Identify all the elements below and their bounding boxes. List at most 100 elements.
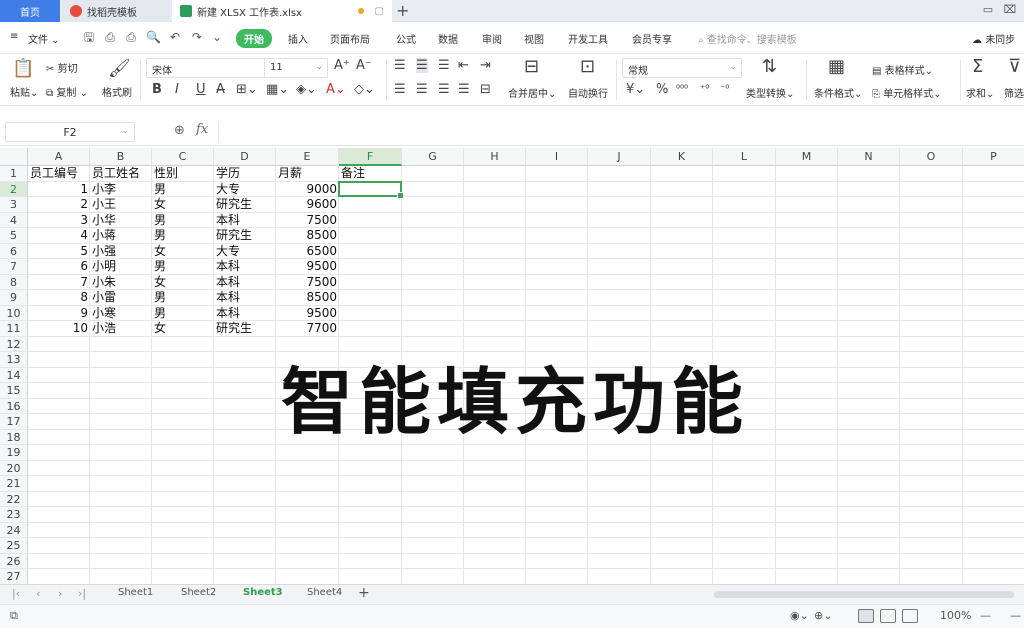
- split-view-icon[interactable]: ⌧: [1002, 3, 1018, 16]
- grow-font-icon[interactable]: A⁺: [334, 58, 350, 73]
- wrap-text-button[interactable]: 自动换行: [568, 85, 608, 100]
- row-header-27[interactable]: 27: [0, 569, 28, 584]
- tab-home[interactable]: 首页: [0, 0, 60, 22]
- column-header-l[interactable]: L: [713, 148, 776, 166]
- cell-e11[interactable]: 7700: [276, 321, 339, 337]
- sum-button[interactable]: 求和⌄: [966, 85, 994, 100]
- header-cell-a[interactable]: 员工编号: [28, 166, 90, 182]
- row-header-18[interactable]: 18: [0, 429, 28, 445]
- cell-style-button[interactable]: ⎘ 单元格样式⌄: [872, 85, 942, 100]
- cell-e3[interactable]: 9600: [276, 197, 339, 213]
- merge-icon[interactable]: ⊟: [524, 56, 539, 77]
- header-cell-b[interactable]: 员工姓名: [90, 166, 152, 182]
- status-options-icon[interactable]: ⊕⌄: [814, 609, 832, 622]
- save-icon[interactable]: 🖫: [82, 30, 96, 44]
- row-header-21[interactable]: 21: [0, 476, 28, 492]
- number-format-select[interactable]: 常规 ⌄: [622, 58, 742, 78]
- cell-e10[interactable]: 9500: [276, 306, 339, 322]
- column-header-b[interactable]: B: [90, 148, 152, 166]
- cell-e6[interactable]: 6500: [276, 244, 339, 260]
- cell-c11[interactable]: 女: [152, 321, 214, 337]
- align-left-icon[interactable]: ☰: [394, 82, 406, 97]
- cell-e2[interactable]: 9000: [276, 182, 339, 198]
- table-style-button[interactable]: ▤ 表格样式⌄: [872, 62, 933, 77]
- zoom-magnifier-icon[interactable]: ⊕: [174, 123, 185, 138]
- align-middle-icon[interactable]: ☰: [416, 58, 428, 73]
- strikethrough-icon[interactable]: A̶: [216, 82, 225, 97]
- wrap-icon[interactable]: ⊡: [580, 56, 595, 77]
- zoom-out-icon[interactable]: —: [980, 609, 991, 622]
- prev-sheet-icon[interactable]: ‹: [36, 587, 40, 600]
- select-all-corner[interactable]: [0, 148, 28, 166]
- sheet-tab-4[interactable]: Sheet4: [307, 587, 342, 598]
- name-box[interactable]: F2 ⌄: [5, 122, 135, 142]
- page-layout-view-button[interactable]: [880, 609, 896, 623]
- macro-record-icon[interactable]: ⧉: [10, 609, 18, 623]
- row-header-1[interactable]: 1: [0, 166, 28, 182]
- customize-icon[interactable]: ⌄: [210, 30, 224, 44]
- sheet-tab-3[interactable]: Sheet3: [243, 587, 283, 598]
- column-header-e[interactable]: E: [276, 148, 339, 166]
- new-tab-button[interactable]: +: [396, 1, 409, 20]
- spreadsheet-grid[interactable]: A B C D E F G H I J K L M N O P 1 2 3 4 5 6 7 8 9 10 11 12 13 14 15 16 1…: [0, 148, 1024, 584]
- cut-button[interactable]: ✂ 剪切: [46, 60, 78, 75]
- cell-c10[interactable]: 男: [152, 306, 214, 322]
- cell-d2[interactable]: 大专: [214, 182, 276, 198]
- cell-a8[interactable]: 7: [28, 275, 90, 291]
- row-header-13[interactable]: 13: [0, 352, 28, 368]
- row-header-15[interactable]: 15: [0, 383, 28, 399]
- cell-a9[interactable]: 8: [28, 290, 90, 306]
- row-header-10[interactable]: 10: [0, 305, 28, 321]
- column-header-a[interactable]: A: [28, 148, 90, 166]
- cell-d6[interactable]: 大专: [214, 244, 276, 260]
- column-header-o[interactable]: O: [900, 148, 963, 166]
- file-menu[interactable]: 文件 ⌄: [28, 31, 60, 46]
- type-convert-button[interactable]: 类型转换⌄: [746, 85, 794, 100]
- row-header-6[interactable]: 6: [0, 243, 28, 259]
- row-header-3[interactable]: 3: [0, 197, 28, 213]
- sheet-tab-1[interactable]: Sheet1: [118, 587, 153, 598]
- align-bottom-icon[interactable]: ☰: [438, 58, 450, 73]
- sync-status[interactable]: ☁ 未同步: [972, 31, 1015, 46]
- column-header-g[interactable]: G: [402, 148, 464, 166]
- insert-function-button[interactable]: fx: [196, 122, 208, 137]
- redo-icon[interactable]: ↷: [190, 30, 204, 44]
- cell-b7[interactable]: 小明: [90, 259, 152, 275]
- cell-e9[interactable]: 8500: [276, 290, 339, 306]
- horizontal-scrollbar[interactable]: [714, 591, 1014, 598]
- row-header-2[interactable]: 2: [0, 181, 28, 197]
- cell-b3[interactable]: 小王: [90, 197, 152, 213]
- filter-button[interactable]: 筛选: [1004, 85, 1024, 100]
- format-painter-button[interactable]: 格式刷: [102, 84, 132, 99]
- paste-icon[interactable]: 📋: [12, 58, 34, 79]
- sum-icon[interactable]: Σ: [972, 56, 983, 77]
- zoom-slider[interactable]: —: [1010, 609, 1021, 622]
- print-icon[interactable]: ⎙: [124, 30, 138, 44]
- header-cell-f[interactable]: 备注: [339, 166, 402, 182]
- merge-center-button[interactable]: 合并居中⌄: [508, 85, 556, 100]
- align-center-icon[interactable]: ☰: [416, 82, 428, 97]
- cell-c2[interactable]: 男: [152, 182, 214, 198]
- percent-icon[interactable]: %: [656, 82, 668, 97]
- row-header-19[interactable]: 19: [0, 445, 28, 461]
- eye-protection-icon[interactable]: ◉⌄: [790, 609, 809, 622]
- export-icon[interactable]: ⎙: [103, 30, 117, 44]
- cell-d7[interactable]: 本科: [214, 259, 276, 275]
- row-header-22[interactable]: 22: [0, 491, 28, 507]
- header-cell-d[interactable]: 学历: [214, 166, 276, 182]
- row-header-7[interactable]: 7: [0, 259, 28, 275]
- cell-c3[interactable]: 女: [152, 197, 214, 213]
- menu-data[interactable]: 数据: [438, 31, 458, 46]
- cell-b2[interactable]: 小李: [90, 182, 152, 198]
- row-header-17[interactable]: 17: [0, 414, 28, 430]
- cell-a4[interactable]: 3: [28, 213, 90, 229]
- cell-b4[interactable]: 小华: [90, 213, 152, 229]
- row-header-11[interactable]: 11: [0, 321, 28, 337]
- menu-page-layout[interactable]: 页面布局: [330, 31, 370, 46]
- cell-b9[interactable]: 小雷: [90, 290, 152, 306]
- cell-d10[interactable]: 本科: [214, 306, 276, 322]
- add-sheet-button[interactable]: +: [358, 585, 370, 601]
- header-cell-c[interactable]: 性别: [152, 166, 214, 182]
- row-header-26[interactable]: 26: [0, 553, 28, 569]
- row-header-8[interactable]: 8: [0, 274, 28, 290]
